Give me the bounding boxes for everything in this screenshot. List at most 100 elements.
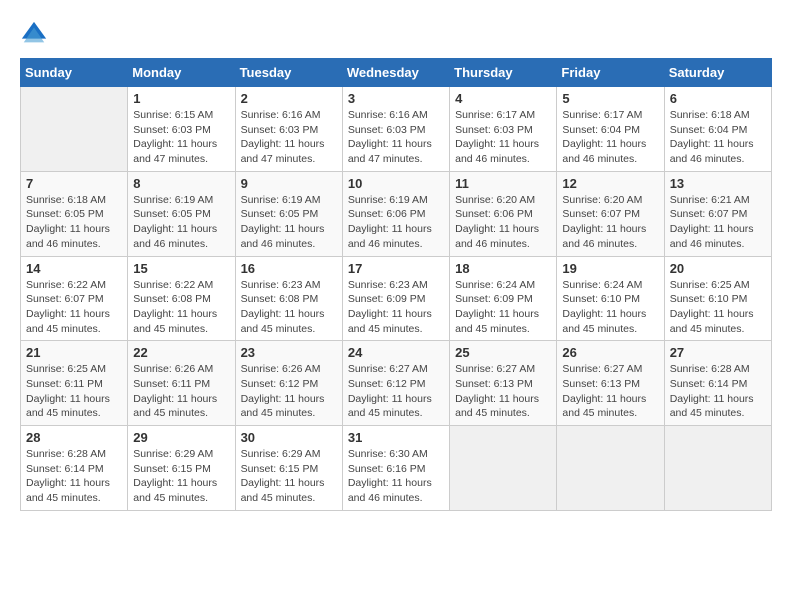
header-thursday: Thursday [450,59,557,87]
day-info: Sunrise: 6:16 AMSunset: 6:03 PMDaylight:… [241,108,337,167]
day-number: 10 [348,176,444,191]
day-number: 15 [133,261,229,276]
day-cell-20: 20 Sunrise: 6:25 AMSunset: 6:10 PMDayligh… [664,256,771,341]
day-number: 24 [348,345,444,360]
day-cell-14: 14 Sunrise: 6:22 AMSunset: 6:07 PMDayligh… [21,256,128,341]
day-info: Sunrise: 6:26 AMSunset: 6:12 PMDaylight:… [241,362,337,421]
header-monday: Monday [128,59,235,87]
day-cell-15: 15 Sunrise: 6:22 AMSunset: 6:08 PMDayligh… [128,256,235,341]
day-number: 29 [133,430,229,445]
day-number: 23 [241,345,337,360]
calendar-header-row: SundayMondayTuesdayWednesdayThursdayFrid… [21,59,772,87]
day-cell-29: 29 Sunrise: 6:29 AMSunset: 6:15 PMDayligh… [128,426,235,511]
day-number: 8 [133,176,229,191]
day-info: Sunrise: 6:22 AMSunset: 6:08 PMDaylight:… [133,278,229,337]
day-number: 11 [455,176,551,191]
header-friday: Friday [557,59,664,87]
day-number: 26 [562,345,658,360]
day-cell-18: 18 Sunrise: 6:24 AMSunset: 6:09 PMDayligh… [450,256,557,341]
day-number: 18 [455,261,551,276]
day-info: Sunrise: 6:28 AMSunset: 6:14 PMDaylight:… [670,362,766,421]
day-number: 4 [455,91,551,106]
day-number: 19 [562,261,658,276]
day-cell-27: 27 Sunrise: 6:28 AMSunset: 6:14 PMDayligh… [664,341,771,426]
day-info: Sunrise: 6:30 AMSunset: 6:16 PMDaylight:… [348,447,444,506]
day-cell-12: 12 Sunrise: 6:20 AMSunset: 6:07 PMDayligh… [557,171,664,256]
day-info: Sunrise: 6:27 AMSunset: 6:13 PMDaylight:… [455,362,551,421]
day-info: Sunrise: 6:18 AMSunset: 6:04 PMDaylight:… [670,108,766,167]
day-cell-11: 11 Sunrise: 6:20 AMSunset: 6:06 PMDayligh… [450,171,557,256]
day-info: Sunrise: 6:18 AMSunset: 6:05 PMDaylight:… [26,193,122,252]
day-info: Sunrise: 6:25 AMSunset: 6:10 PMDaylight:… [670,278,766,337]
day-info: Sunrise: 6:29 AMSunset: 6:15 PMDaylight:… [133,447,229,506]
day-cell-19: 19 Sunrise: 6:24 AMSunset: 6:10 PMDayligh… [557,256,664,341]
header-wednesday: Wednesday [342,59,449,87]
day-info: Sunrise: 6:20 AMSunset: 6:06 PMDaylight:… [455,193,551,252]
day-number: 12 [562,176,658,191]
day-info: Sunrise: 6:26 AMSunset: 6:11 PMDaylight:… [133,362,229,421]
day-number: 5 [562,91,658,106]
day-info: Sunrise: 6:24 AMSunset: 6:10 PMDaylight:… [562,278,658,337]
day-cell-7: 7 Sunrise: 6:18 AMSunset: 6:05 PMDaylight… [21,171,128,256]
day-info: Sunrise: 6:27 AMSunset: 6:13 PMDaylight:… [562,362,658,421]
day-number: 25 [455,345,551,360]
day-number: 14 [26,261,122,276]
day-info: Sunrise: 6:17 AMSunset: 6:04 PMDaylight:… [562,108,658,167]
day-number: 1 [133,91,229,106]
day-cell-1: 1 Sunrise: 6:15 AMSunset: 6:03 PMDaylight… [128,87,235,172]
empty-cell [450,426,557,511]
day-cell-3: 3 Sunrise: 6:16 AMSunset: 6:03 PMDaylight… [342,87,449,172]
day-info: Sunrise: 6:23 AMSunset: 6:08 PMDaylight:… [241,278,337,337]
day-cell-8: 8 Sunrise: 6:19 AMSunset: 6:05 PMDaylight… [128,171,235,256]
day-info: Sunrise: 6:27 AMSunset: 6:12 PMDaylight:… [348,362,444,421]
day-number: 3 [348,91,444,106]
day-info: Sunrise: 6:20 AMSunset: 6:07 PMDaylight:… [562,193,658,252]
logo-icon [20,20,48,48]
day-cell-21: 21 Sunrise: 6:25 AMSunset: 6:11 PMDayligh… [21,341,128,426]
day-number: 9 [241,176,337,191]
day-cell-23: 23 Sunrise: 6:26 AMSunset: 6:12 PMDayligh… [235,341,342,426]
day-info: Sunrise: 6:24 AMSunset: 6:09 PMDaylight:… [455,278,551,337]
day-number: 21 [26,345,122,360]
day-number: 7 [26,176,122,191]
day-number: 27 [670,345,766,360]
empty-cell [557,426,664,511]
empty-cell [21,87,128,172]
day-number: 2 [241,91,337,106]
day-number: 13 [670,176,766,191]
day-info: Sunrise: 6:29 AMSunset: 6:15 PMDaylight:… [241,447,337,506]
day-cell-30: 30 Sunrise: 6:29 AMSunset: 6:15 PMDayligh… [235,426,342,511]
page-header [20,20,772,48]
day-number: 28 [26,430,122,445]
day-cell-17: 17 Sunrise: 6:23 AMSunset: 6:09 PMDayligh… [342,256,449,341]
empty-cell [664,426,771,511]
day-number: 20 [670,261,766,276]
day-cell-28: 28Sunrise: 6:28 AMSunset: 6:14 PMDayligh… [21,426,128,511]
day-cell-5: 5 Sunrise: 6:17 AMSunset: 6:04 PMDaylight… [557,87,664,172]
day-cell-26: 26 Sunrise: 6:27 AMSunset: 6:13 PMDayligh… [557,341,664,426]
day-cell-13: 13Sunrise: 6:21 AMSunset: 6:07 PMDayligh… [664,171,771,256]
day-info: Sunrise: 6:19 AMSunset: 6:05 PMDaylight:… [241,193,337,252]
day-info: Sunrise: 6:19 AMSunset: 6:06 PMDaylight:… [348,193,444,252]
header-tuesday: Tuesday [235,59,342,87]
day-cell-2: 2 Sunrise: 6:16 AMSunset: 6:03 PMDaylight… [235,87,342,172]
day-cell-6: 6 Sunrise: 6:18 AMSunset: 6:04 PMDaylight… [664,87,771,172]
day-info: Sunrise: 6:23 AMSunset: 6:09 PMDaylight:… [348,278,444,337]
week-row-1: 7 Sunrise: 6:18 AMSunset: 6:05 PMDaylight… [21,171,772,256]
day-cell-10: 10 Sunrise: 6:19 AMSunset: 6:06 PMDayligh… [342,171,449,256]
day-info: Sunrise: 6:22 AMSunset: 6:07 PMDaylight:… [26,278,122,337]
day-number: 30 [241,430,337,445]
day-info: Sunrise: 6:16 AMSunset: 6:03 PMDaylight:… [348,108,444,167]
header-saturday: Saturday [664,59,771,87]
week-row-0: 1 Sunrise: 6:15 AMSunset: 6:03 PMDaylight… [21,87,772,172]
day-info: Sunrise: 6:25 AMSunset: 6:11 PMDaylight:… [26,362,122,421]
day-info: Sunrise: 6:19 AMSunset: 6:05 PMDaylight:… [133,193,229,252]
day-info: Sunrise: 6:17 AMSunset: 6:03 PMDaylight:… [455,108,551,167]
day-number: 6 [670,91,766,106]
day-info: Sunrise: 6:15 AMSunset: 6:03 PMDaylight:… [133,108,229,167]
day-cell-4: 4 Sunrise: 6:17 AMSunset: 6:03 PMDaylight… [450,87,557,172]
week-row-2: 14 Sunrise: 6:22 AMSunset: 6:07 PMDayligh… [21,256,772,341]
day-number: 17 [348,261,444,276]
day-number: 22 [133,345,229,360]
week-row-4: 28Sunrise: 6:28 AMSunset: 6:14 PMDayligh… [21,426,772,511]
